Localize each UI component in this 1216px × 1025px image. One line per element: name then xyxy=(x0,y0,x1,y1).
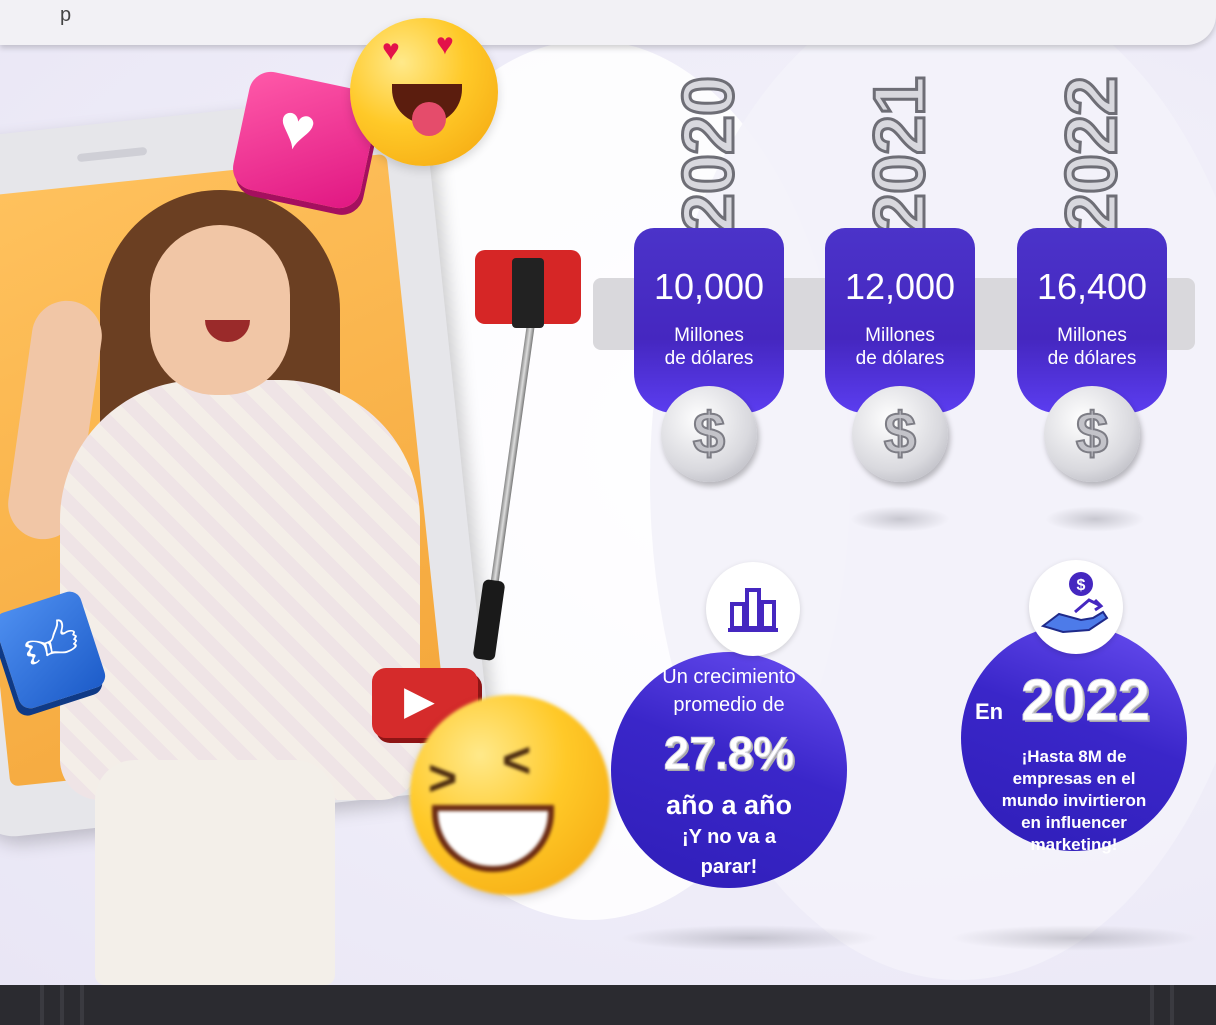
growth-line-5: parar! xyxy=(700,856,758,878)
year-label: 2021 xyxy=(859,75,942,234)
companies-year: 2022 xyxy=(1020,668,1151,734)
companies-prefix: En xyxy=(975,699,1004,724)
companies-line-3: mundo invirtieron xyxy=(1001,791,1147,810)
shadow xyxy=(850,506,950,532)
amount-value: 16,400 xyxy=(1036,266,1148,307)
footer-stripe xyxy=(1150,985,1154,1025)
dollar-coin-icon: $ xyxy=(1044,386,1140,482)
svg-text:$: $ xyxy=(1077,577,1086,594)
person-pants xyxy=(95,760,335,985)
person-face xyxy=(150,225,290,395)
selfie-clamp xyxy=(512,258,544,328)
shadow xyxy=(620,925,880,951)
shadow xyxy=(1045,506,1145,532)
footer-stripe xyxy=(40,985,44,1025)
amount-unit: Millones de dólares xyxy=(664,325,754,369)
growth-line-4: ¡Y no va a xyxy=(681,826,777,848)
shadow xyxy=(950,925,1200,951)
year-label: 2020 xyxy=(668,75,751,234)
footer-stripe xyxy=(60,985,64,1025)
hand-coin-growth-icon: $ xyxy=(1029,560,1123,654)
person-shirt xyxy=(60,380,420,800)
amount-value: 10,000 xyxy=(653,266,765,307)
footer-stripe xyxy=(1170,985,1174,1025)
growth-percent: 27.8% xyxy=(663,727,795,780)
phone-speaker xyxy=(76,146,148,163)
dollar-coin-icon: $ xyxy=(661,386,757,482)
heart-eyes-emoji: ♥ ♥ xyxy=(350,18,498,166)
amount-unit: Millones de dólares xyxy=(855,325,945,369)
growth-line-1: Un crecimiento xyxy=(662,666,796,688)
header-text: p xyxy=(60,4,72,26)
year-label: 2022 xyxy=(1051,75,1134,234)
companies-line-5: marketing! xyxy=(1030,835,1118,854)
growth-line-2: promedio de xyxy=(673,694,785,716)
dollar-coin-icon: $ xyxy=(852,386,948,482)
companies-line-1: ¡Hasta 8M de xyxy=(1021,747,1127,766)
companies-line-4: en influencer xyxy=(1021,813,1127,832)
companies-line-2: empresas en el xyxy=(1012,769,1136,788)
amount-unit: Millones de dólares xyxy=(1047,325,1137,369)
amount-value: 12,000 xyxy=(844,266,956,307)
footer-bar xyxy=(0,985,1216,1025)
bar-chart-icon xyxy=(706,562,800,656)
companies-stat-circle: En 2022 ¡Hasta 8M de empresas en el mund… xyxy=(961,625,1187,854)
growth-line-3: año a año xyxy=(665,790,793,820)
footer-stripe xyxy=(80,985,84,1025)
growth-stat-circle: Un crecimiento promedio de 27.8% año a a… xyxy=(611,652,847,888)
header-bar: p xyxy=(0,0,1216,45)
laughing-emoji: > < xyxy=(410,695,610,895)
